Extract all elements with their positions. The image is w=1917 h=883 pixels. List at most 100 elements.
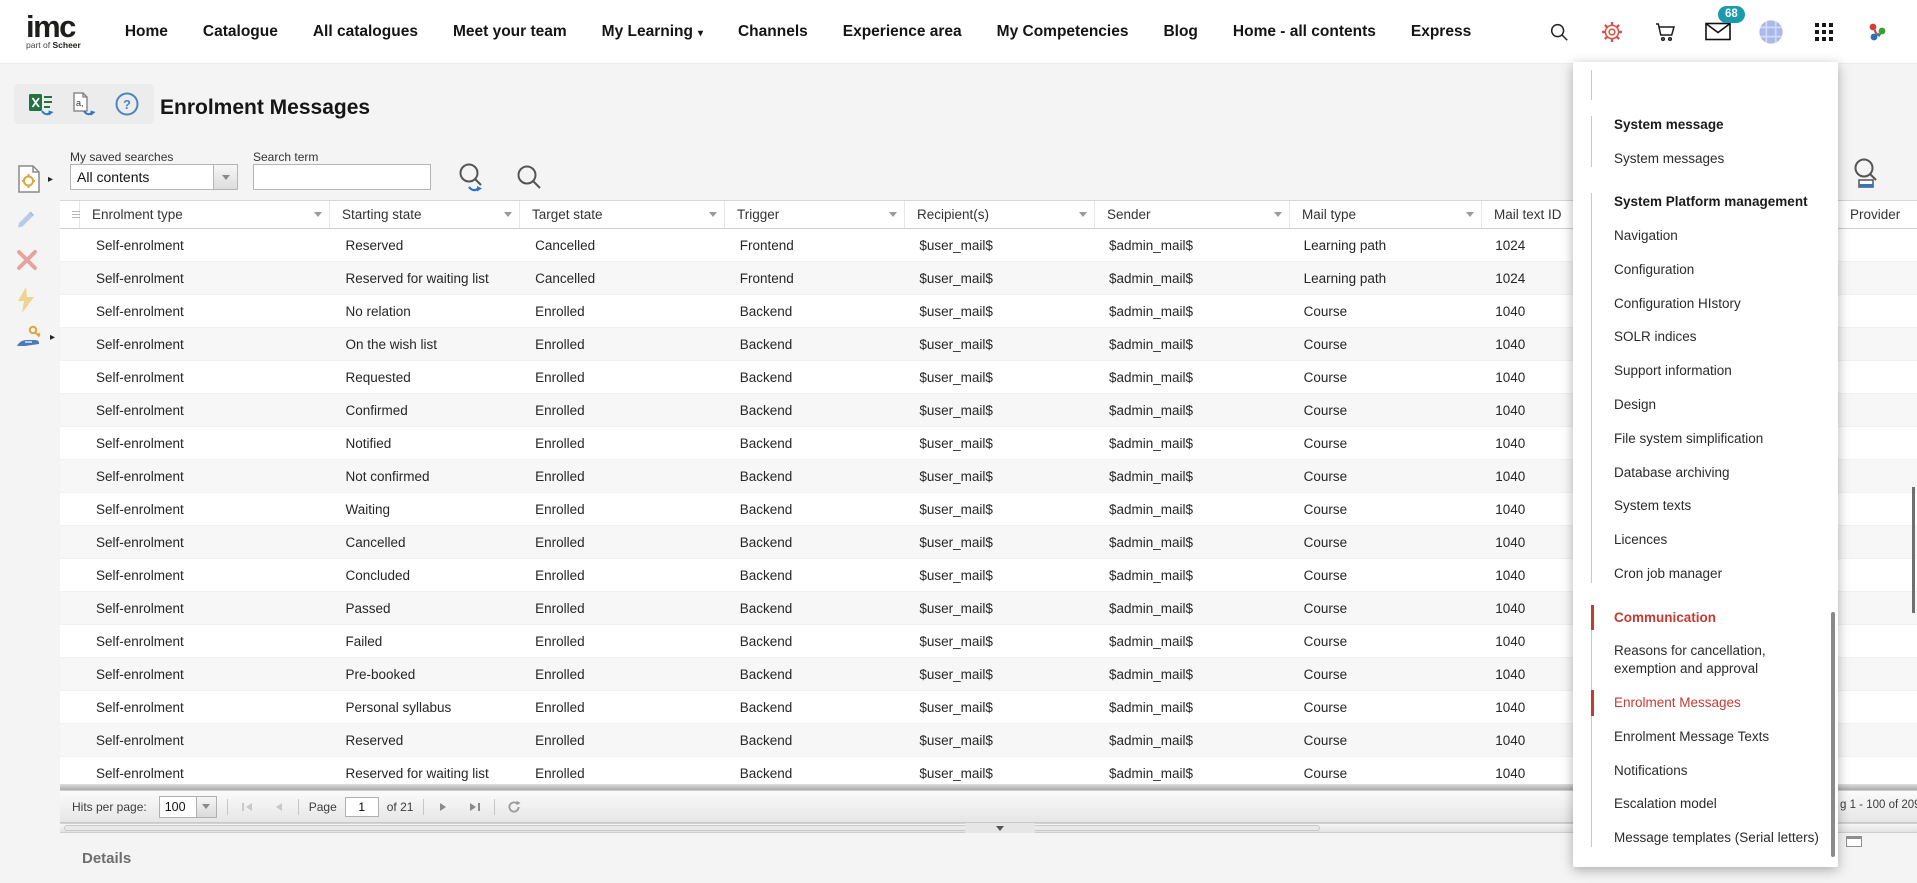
- hits-per-page-select[interactable]: 100: [159, 796, 217, 818]
- page-number-input[interactable]: [345, 797, 379, 817]
- mail-icon[interactable]: 68: [1704, 18, 1732, 46]
- menu-item-message-templates-serial-letters[interactable]: Message templates (Serial letters): [1614, 829, 1822, 847]
- excel-export-icon[interactable]: [27, 90, 55, 118]
- column-header-sender[interactable]: Sender: [1095, 201, 1290, 228]
- saved-searches-dropdown-icon[interactable]: [213, 165, 237, 189]
- table-cell: Course: [1292, 700, 1484, 715]
- run-saved-search-icon[interactable]: [455, 160, 487, 199]
- nav-item-home-all-contents[interactable]: Home - all contents: [1233, 23, 1376, 41]
- vertical-scrollbar-thumb[interactable]: [1912, 487, 1915, 613]
- column-header-handle[interactable]: [60, 201, 80, 228]
- table-cell: Backend: [728, 667, 908, 682]
- table-cell: $admin_mail$: [1097, 502, 1292, 517]
- table-cell: Frontend: [728, 238, 908, 253]
- nav-item-all-catalogues[interactable]: All catalogues: [313, 23, 418, 41]
- table-cell: Learning path: [1292, 238, 1484, 253]
- app-grid-icon[interactable]: [1810, 18, 1838, 46]
- text-export-icon[interactable]: a,: [70, 90, 98, 118]
- brand-logo-icon[interactable]: [1863, 18, 1891, 46]
- help-icon[interactable]: ?: [113, 90, 141, 118]
- new-search-template-button[interactable]: ▸: [14, 163, 53, 195]
- menu-item-system-messages[interactable]: System messages: [1614, 150, 1822, 168]
- menu-item-enrolment-messages[interactable]: Enrolment Messages: [1614, 694, 1822, 712]
- menu-item-navigation[interactable]: Navigation: [1614, 227, 1822, 245]
- nav-item-catalogue[interactable]: Catalogue: [203, 23, 278, 41]
- nav-item-meet-your-team[interactable]: Meet your team: [453, 23, 567, 41]
- menu-item-configuration[interactable]: Configuration: [1614, 261, 1822, 279]
- table-cell: Course: [1292, 403, 1484, 418]
- column-filter-icon[interactable]: [709, 212, 717, 217]
- profile-avatar[interactable]: [1757, 18, 1785, 46]
- menu-item-design[interactable]: Design: [1614, 396, 1822, 414]
- next-page-button[interactable]: [434, 798, 452, 816]
- table-cell: Course: [1292, 502, 1484, 517]
- column-filter-icon[interactable]: [504, 212, 512, 217]
- nav-item-express[interactable]: Express: [1411, 23, 1471, 41]
- menu-item-reasons-for-cancellation-exemption-and-approval[interactable]: Reasons for cancellation, exemption and …: [1614, 642, 1822, 678]
- imc-logo[interactable]: imc part of Scheer: [26, 14, 81, 50]
- permissions-button[interactable]: ▸: [14, 322, 55, 352]
- delete-button[interactable]: [14, 247, 40, 273]
- menu-item-support-information[interactable]: Support information: [1614, 362, 1822, 380]
- column-filter-icon[interactable]: [1274, 212, 1282, 217]
- column-header-mail-type[interactable]: Mail type: [1290, 201, 1482, 228]
- column-header-trigger[interactable]: Trigger: [725, 201, 905, 228]
- nav-item-blog[interactable]: Blog: [1163, 23, 1197, 41]
- menu-item-file-system-simplification[interactable]: File system simplification: [1614, 430, 1822, 448]
- menu-item-configuration-history[interactable]: Configuration HIstory: [1614, 295, 1822, 313]
- column-header-starting-state[interactable]: Starting state: [330, 201, 520, 228]
- settings-gear-icon[interactable]: [1598, 18, 1626, 46]
- column-header-enrolment-type[interactable]: Enrolment type: [80, 201, 330, 228]
- menu-item-database-archiving[interactable]: Database archiving: [1614, 464, 1822, 482]
- actions-lightning-button[interactable]: [14, 286, 38, 314]
- column-header-provider[interactable]: Provider: [1838, 201, 1917, 228]
- horizontal-scrollbar-thumb[interactable]: [64, 825, 1320, 831]
- saved-searches-select[interactable]: All contents: [70, 164, 238, 190]
- column-filter-icon[interactable]: [314, 212, 322, 217]
- column-header-target-state[interactable]: Target state: [520, 201, 725, 228]
- nav-item-my-learning[interactable]: My Learning▾: [602, 23, 703, 41]
- menu-scrollbar-thumb[interactable]: [1831, 612, 1835, 857]
- nav-item-channels[interactable]: Channels: [738, 23, 808, 41]
- details-section-title: Details: [82, 850, 131, 867]
- menu-item-system-texts[interactable]: System texts: [1614, 497, 1822, 515]
- details-collapse-handle[interactable]: [965, 823, 1035, 833]
- table-cell: On the wish list: [334, 337, 524, 352]
- menu-item-escalation-model[interactable]: Escalation model: [1614, 795, 1822, 813]
- column-search-icon[interactable]: [1850, 156, 1882, 197]
- menu-item-licences[interactable]: Licences: [1614, 531, 1822, 549]
- search-term-input[interactable]: [253, 164, 431, 190]
- search-icon-secondary[interactable]: [515, 163, 543, 196]
- table-cell: $admin_mail$: [1097, 370, 1292, 385]
- menu-item-enrolment-message-texts[interactable]: Enrolment Message Texts: [1614, 728, 1822, 746]
- first-page-button[interactable]: [238, 798, 256, 816]
- column-filter-icon[interactable]: [1079, 212, 1087, 217]
- table-cell: Course: [1292, 733, 1484, 748]
- restore-window-icon[interactable]: [1846, 836, 1862, 847]
- column-filter-icon[interactable]: [1466, 212, 1474, 217]
- nav-item-home[interactable]: Home: [125, 23, 168, 41]
- nav-item-my-competencies[interactable]: My Competencies: [997, 23, 1129, 41]
- cart-icon[interactable]: [1651, 18, 1679, 46]
- column-label: Provider: [1850, 207, 1900, 222]
- search-icon[interactable]: [1545, 18, 1573, 46]
- menu-item-notifications[interactable]: Notifications: [1614, 762, 1822, 780]
- table-cell: $admin_mail$: [1097, 304, 1292, 319]
- table-cell: Self-enrolment: [84, 436, 334, 451]
- expand-caret-icon: ▸: [50, 332, 55, 343]
- last-page-button[interactable]: [466, 798, 484, 816]
- page-title: Enrolment Messages: [160, 96, 370, 120]
- column-filter-icon[interactable]: [889, 212, 897, 217]
- menu-item-cron-job-manager[interactable]: Cron job manager: [1614, 565, 1822, 583]
- nav-item-experience-area[interactable]: Experience area: [843, 23, 962, 41]
- edit-button[interactable]: [14, 205, 40, 231]
- table-cell: $user_mail$: [907, 436, 1097, 451]
- hits-per-page-dropdown-icon[interactable]: [196, 797, 216, 817]
- previous-page-button[interactable]: [270, 798, 288, 816]
- page-count-label: of 21: [387, 800, 414, 814]
- table-cell: Self-enrolment: [84, 304, 334, 319]
- table-cell: Backend: [728, 601, 908, 616]
- refresh-icon[interactable]: [505, 798, 523, 816]
- column-header-recipient-s[interactable]: Recipient(s): [905, 201, 1095, 228]
- menu-item-solr-indices[interactable]: SOLR indices: [1614, 328, 1822, 346]
